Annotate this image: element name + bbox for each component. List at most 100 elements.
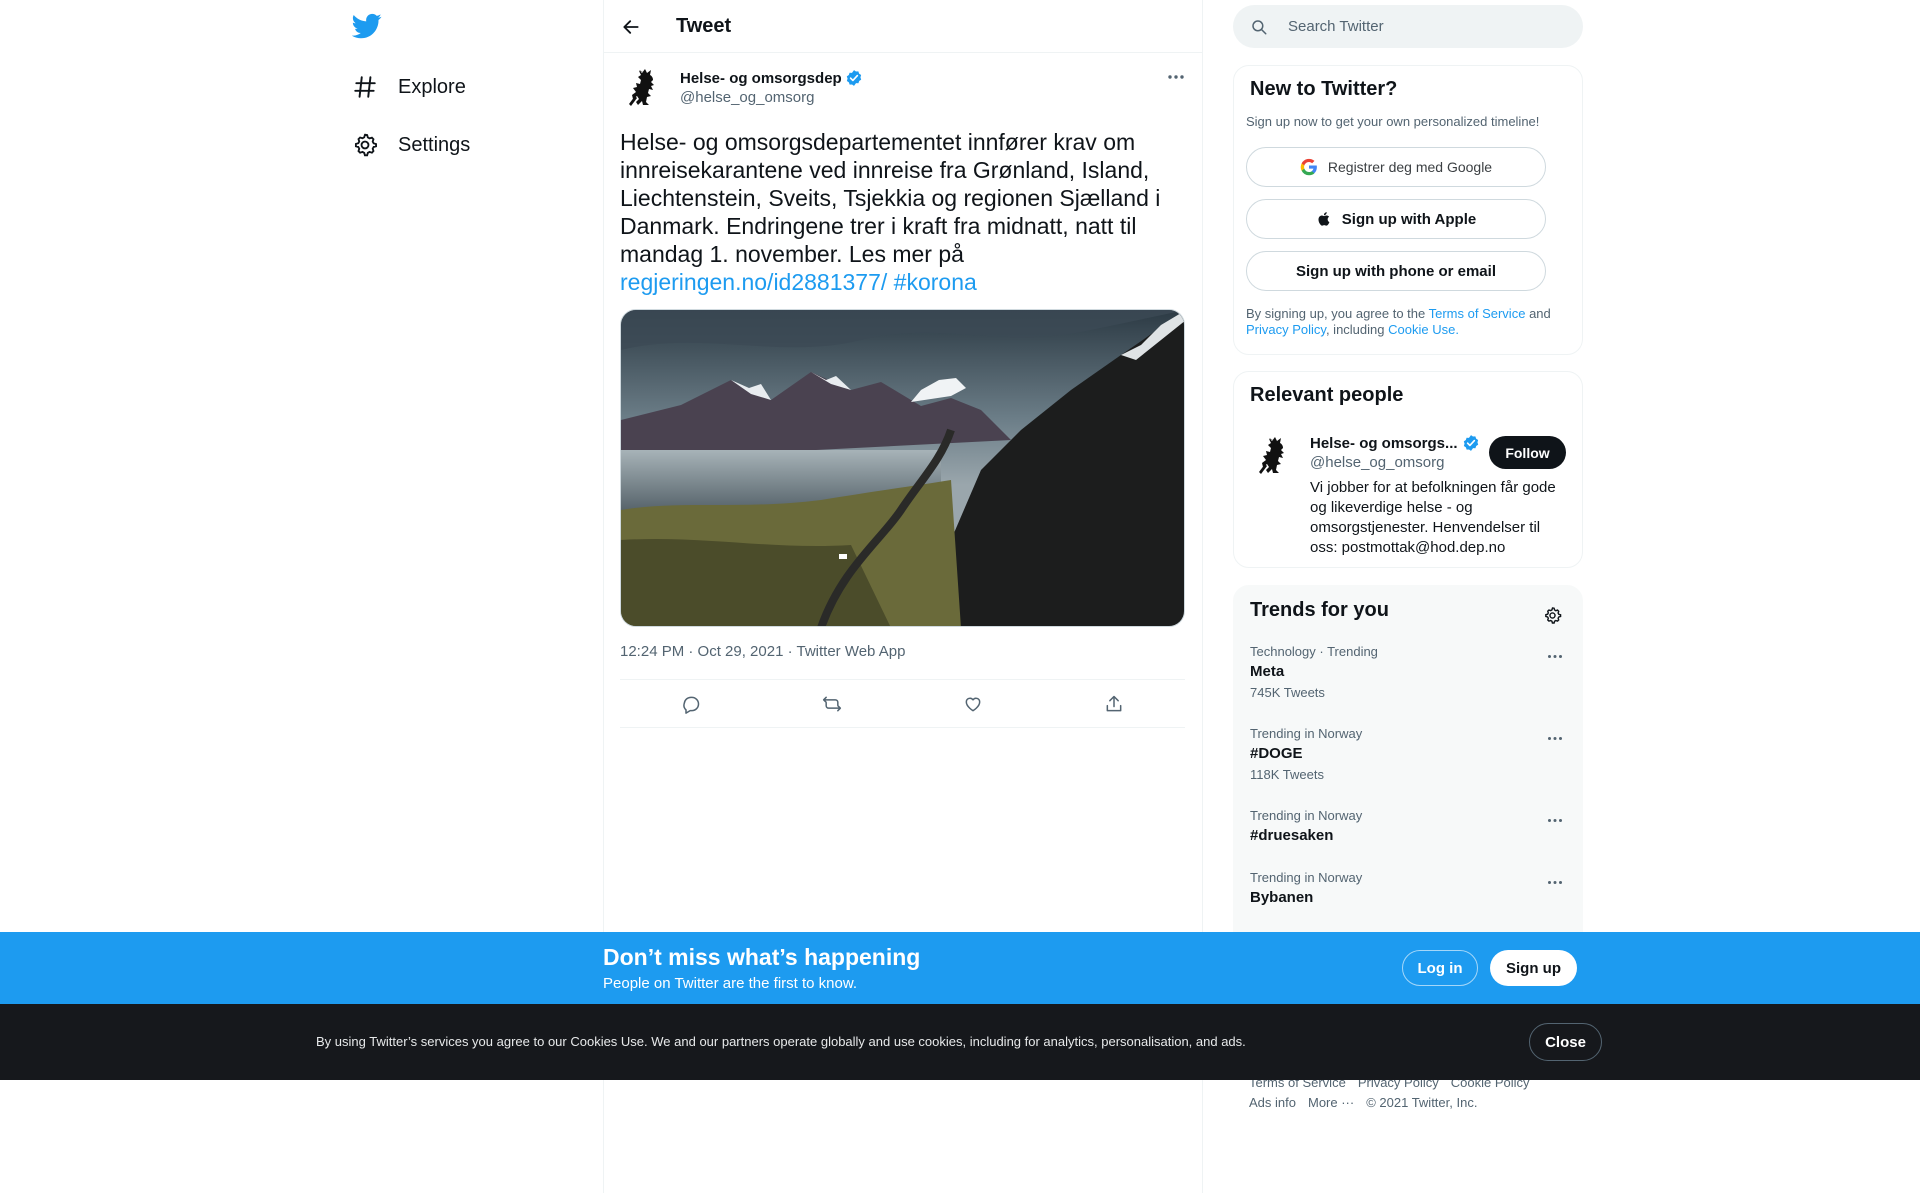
privacy-link[interactable]: Privacy Policy [1246,322,1326,337]
relevant-people-panel: Relevant people Helse- og omsorgs... @he… [1233,371,1583,568]
trend-item[interactable]: Trending in Norway #DOGE 118K Tweets [1234,726,1582,806]
norwegian-lion-crest-icon [625,66,663,110]
reply-button[interactable] [671,684,711,724]
panel-title: Trends for you [1250,599,1389,621]
hashtag-icon [352,74,378,100]
person-handle[interactable]: @helse_og_omsorg [1310,454,1444,471]
google-g-icon [1300,158,1318,176]
trend-more-button[interactable] [1540,810,1570,830]
trend-more-button[interactable] [1540,728,1570,748]
heart-icon [963,694,983,714]
footer-copyright: © 2021 Twitter, Inc. [1366,1095,1478,1110]
apple-logo-icon [1316,210,1332,228]
panel-title: New to Twitter? [1250,78,1398,100]
twitter-logo-icon[interactable] [352,11,392,51]
arrow-left-icon [621,17,641,37]
trend-item[interactable]: Trending in Norway Bybanen [1234,870,1582,930]
phone-email-signup-button[interactable]: Sign up with phone or email [1246,251,1546,291]
more-dots-icon [1547,736,1563,741]
person-avatar[interactable] [1250,432,1298,480]
follow-button[interactable]: Follow [1489,436,1566,469]
cookie-banner: By using Twitter’s services you agree to… [0,1004,1920,1080]
more-dots-icon [1547,880,1563,885]
apple-signup-button[interactable]: Sign up with Apple [1246,199,1546,239]
cookie-use-link[interactable]: Cookie Use. [1388,322,1459,337]
person-bio: Vi jobber for at befolkningen får gode o… [1310,479,1556,556]
trend-more-button[interactable] [1540,646,1570,666]
tweet-timestamp[interactable]: 12:24 PM · Oct 29, 2021 · Twitter Web Ap… [620,643,905,660]
person-name[interactable]: Helse- og omsorgs... [1310,434,1480,452]
gear-icon [1543,606,1562,625]
trend-item[interactable]: Technology · Trending Meta 745K Tweets [1234,644,1582,724]
tweet-body: Helse- og omsorgsdepartementet innfører … [620,129,1161,267]
cookie-text: By using Twitter’s services you agree to… [316,1034,1246,1049]
author-name-text: Helse- og omsorgsdep [680,69,842,87]
search-icon [1250,18,1268,36]
legal-prefix: By signing up, you agree to the [1246,306,1426,321]
signup-button[interactable]: Sign up [1490,950,1577,986]
trend-item[interactable]: Trending in Norway #druesaken [1234,808,1582,868]
trend-name: Meta [1250,663,1285,680]
trends-settings-button[interactable] [1537,600,1567,630]
more-dots-icon [1167,74,1185,80]
nav-settings-label: Settings [398,133,471,156]
share-button[interactable] [1094,684,1134,724]
nav-explore[interactable]: Explore [340,62,478,112]
banner-title: Don’t miss what’s happening [603,944,921,970]
reply-icon [681,694,701,714]
nav-settings[interactable]: Settings [340,120,482,170]
trend-more-button[interactable] [1540,872,1570,892]
gear-icon [352,132,378,158]
trend-name: #DOGE [1250,745,1303,762]
trend-count: 118K Tweets [1250,767,1324,782]
retweet-icon [821,694,843,714]
norwegian-lion-crest-icon [1255,434,1293,478]
trend-name: Bybanen [1250,889,1314,906]
back-button[interactable] [613,9,649,45]
panel-title: Relevant people [1250,384,1404,406]
author-handle[interactable]: @helse_og_omsorg [680,89,814,106]
signup-legal-text: By signing up, you agree to the Terms of… [1246,306,1556,338]
cookie-close-button[interactable]: Close [1529,1023,1602,1061]
nav-explore-label: Explore [398,75,466,98]
tweet-actions [620,679,1185,728]
footer-ads-link[interactable]: Ads info [1249,1095,1296,1110]
apple-signup-label: Sign up with Apple [1341,210,1477,228]
author-avatar[interactable] [620,64,668,112]
like-button[interactable] [953,684,993,724]
login-button[interactable]: Log in [1402,950,1478,986]
banner-subtitle: People on Twitter are the first to know. [603,975,858,992]
trend-context: Trending in Norway [1250,726,1363,741]
tweet-link[interactable]: regjeringen.no/id2881377/ [620,269,887,295]
new-to-twitter-panel: New to Twitter? Sign up now to get your … [1233,65,1583,355]
phone-email-signup-label: Sign up with phone or email [1295,262,1496,280]
trend-context: Technology · Trending [1250,644,1378,659]
google-signup-button[interactable]: Registrer deg med Google [1246,147,1546,187]
retweet-button[interactable] [812,684,852,724]
trend-count: 745K Tweets [1250,685,1325,700]
tweet-text: Helse- og omsorgsdepartementet innfører … [620,128,1180,296]
person-name-text: Helse- og omsorgs... [1310,434,1458,452]
legal-and: and [1529,306,1551,321]
footer-more-link[interactable]: More ··· [1308,1095,1354,1110]
terms-link[interactable]: Terms of Service [1429,306,1526,321]
trend-context: Trending in Norway [1250,808,1363,823]
more-dots-icon [1547,654,1563,659]
column-header: Tweet [604,0,1202,53]
author-name[interactable]: Helse- og omsorgsdep [680,69,863,87]
more-dots-icon [1547,818,1563,823]
signup-banner: Don’t miss what’s happening People on Tw… [0,932,1920,1004]
google-signup-label: Registrer deg med Google [1327,159,1493,175]
page-title: Tweet [676,15,732,37]
legal-including: , including [1325,322,1385,337]
tweet-hashtag[interactable]: #korona [894,269,977,295]
trend-name: #druesaken [1250,827,1334,844]
search-box[interactable] [1233,5,1583,48]
share-icon [1104,694,1124,714]
panel-subtitle: Sign up now to get your own personalized… [1246,114,1540,129]
tweet-more-button[interactable] [1159,65,1193,89]
search-input[interactable] [1288,18,1558,35]
verified-badge-icon [1462,434,1480,452]
tweet-photo[interactable] [620,309,1185,627]
footer-links-row-2: Ads info More ··· © 2021 Twitter, Inc. [1249,1095,1477,1110]
